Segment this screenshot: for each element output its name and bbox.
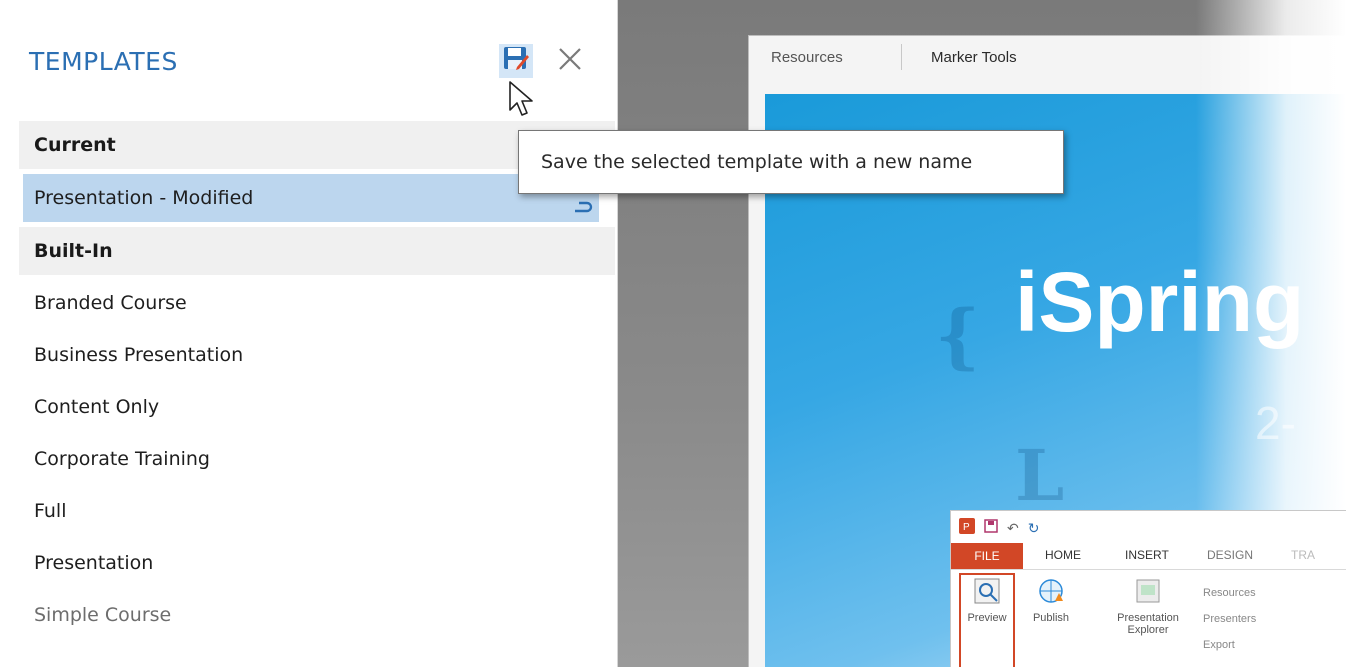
powerpoint-icon: P [959,517,975,539]
template-row-full[interactable]: Full [19,487,615,535]
explorer-icon [1103,577,1193,608]
globe-icon [1021,577,1081,608]
undo-icon[interactable]: ↶ [1007,520,1019,537]
resources-item[interactable]: Resources [1203,587,1256,599]
template-row-presentation[interactable]: Presentation [19,539,615,587]
tab-transitions[interactable]: TRA [1291,548,1315,562]
close-icon [557,46,583,76]
presentation-explorer-button[interactable]: Presentation Explorer [1103,577,1193,636]
redo-icon[interactable]: ↻ [1028,520,1040,537]
template-row-corporate-training[interactable]: Corporate Training [19,435,615,483]
preview-label: Preview [967,612,1007,624]
quick-access-toolbar: P ↶ ↻ [959,517,1039,539]
save-as-icon [503,46,529,76]
templates-panel: TEMPLATES Current Presentation - Modifie… [0,0,618,667]
template-row-content-only[interactable]: Content Only [19,383,615,431]
ribbon-tabs: FILE HOME INSERT DESIGN TRA [951,543,1346,570]
save-as-tooltip: Save the selected template with a new na… [518,130,1064,194]
template-row-simple-course[interactable]: Simple Course [19,591,615,639]
tab-home[interactable]: HOME [1045,548,1081,562]
template-label: Presentation - Modified [34,187,254,209]
save-as-button[interactable] [499,44,533,78]
tab-design[interactable]: DESIGN [1207,548,1253,562]
presenters-item[interactable]: Presenters [1203,613,1256,625]
tab-divider [901,44,902,70]
template-row-presentation-modified[interactable]: Presentation - Modified [23,174,599,222]
svg-text:P: P [963,522,970,533]
template-row-branded-course[interactable]: Branded Course [19,279,615,327]
presentation-explorer-label: Presentation Explorer [1117,612,1179,636]
tab-resources[interactable]: Resources [771,49,843,66]
tab-insert[interactable]: INSERT [1125,548,1169,562]
mouse-pointer-icon [508,80,538,124]
template-row-business-presentation[interactable]: Business Presentation [19,331,615,379]
panel-title: TEMPLATES [29,47,178,76]
powerpoint-ribbon: P ↶ ↻ FILE HOME INSERT DESIGN TRA Previe… [950,510,1346,667]
close-button[interactable] [553,44,587,78]
publish-label: Publish [1032,612,1070,624]
deco-shape: { [935,294,981,377]
magnifier-icon [957,577,1017,608]
save-icon[interactable] [984,518,998,538]
export-item[interactable]: Export [1203,639,1235,651]
tab-file[interactable]: FILE [951,543,1023,569]
deco-shape: L [1015,434,1065,517]
preview-button[interactable]: Preview [957,577,1017,624]
publish-button[interactable]: Publish [1021,577,1081,624]
section-built-in: Built-In [19,227,615,275]
tab-marker-tools[interactable]: Marker Tools [931,49,1017,66]
preview-area: Resources Marker Tools { L iSpring 2- P … [618,0,1346,667]
